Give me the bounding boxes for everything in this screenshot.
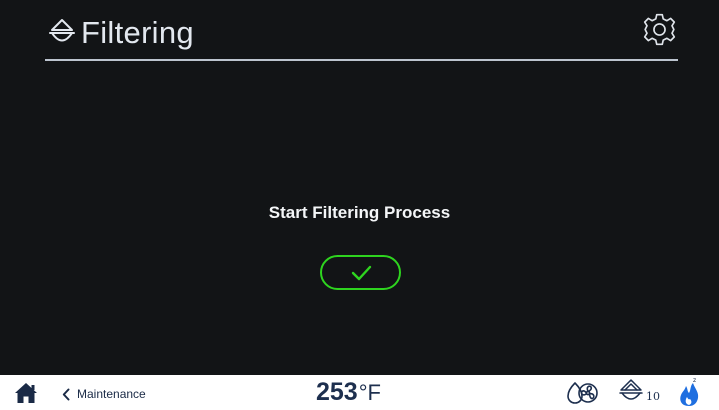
bottom-bar: Maintenance 253°F 10 z	[0, 375, 719, 410]
confirm-button[interactable]	[320, 255, 401, 290]
checkmark-icon	[351, 265, 372, 281]
gear-icon	[643, 13, 676, 46]
temperature-readout: 253°F	[316, 378, 381, 407]
svg-text:z: z	[693, 377, 696, 384]
chevron-left-icon	[62, 388, 70, 400]
home-button[interactable]	[14, 382, 38, 404]
header: Filtering	[45, 8, 678, 61]
title-group: Filtering	[45, 17, 194, 49]
filter-count: 10	[646, 390, 660, 403]
filtering-screen: Filtering Start Filtering Process Mainte…	[0, 0, 719, 410]
settings-button[interactable]	[641, 11, 678, 48]
home-icon	[15, 383, 37, 403]
filter-status-icon	[618, 377, 644, 407]
page-title: Filtering	[81, 15, 194, 50]
fan-status-icon	[567, 380, 599, 405]
start-filtering-prompt: Start Filtering Process	[268, 203, 451, 222]
back-label: Maintenance	[77, 387, 146, 401]
flame-status-icon: z	[676, 377, 702, 407]
temperature-unit: °F	[358, 380, 381, 405]
temperature-value: 253	[316, 378, 358, 406]
back-button[interactable]: Maintenance	[62, 383, 146, 405]
filter-drop-icon	[45, 17, 79, 49]
main-panel: Start Filtering Process	[0, 62, 719, 375]
